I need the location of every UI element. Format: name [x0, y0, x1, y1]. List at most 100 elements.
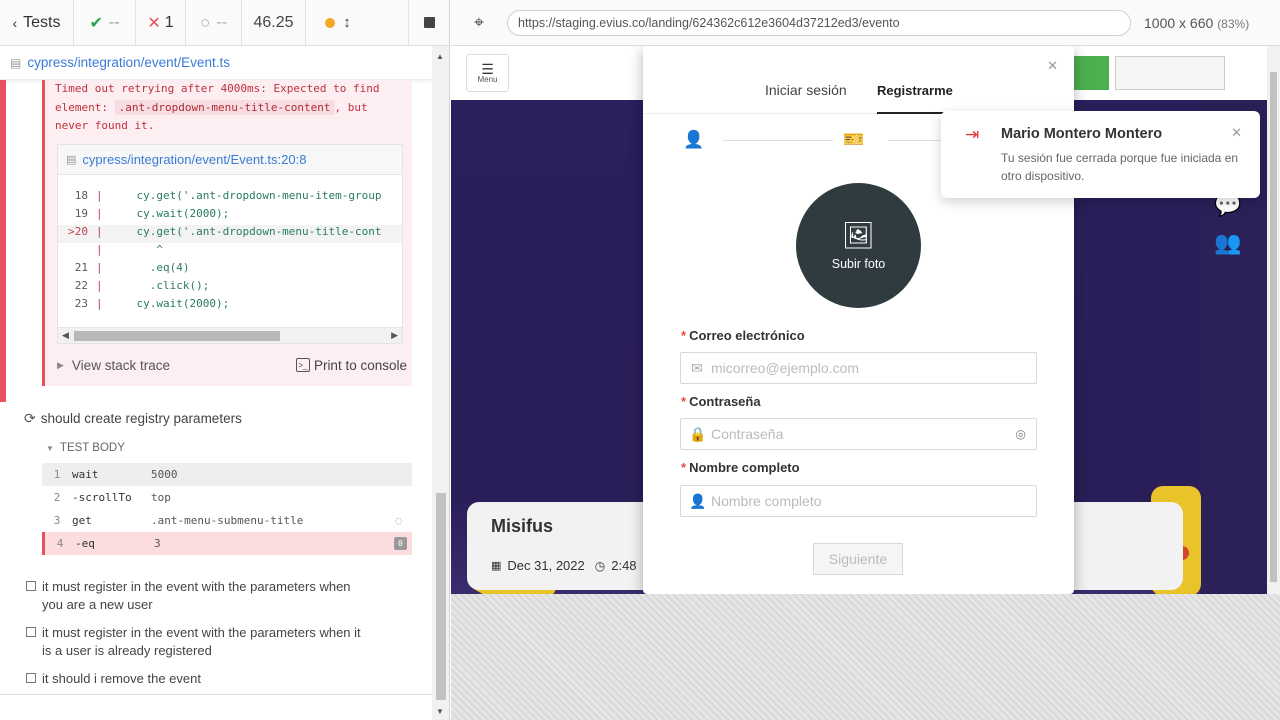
command-row[interactable]: 1 wait 5000 — [42, 463, 412, 486]
eye-invisible-icon[interactable]: ◎ — [1016, 427, 1026, 441]
notification-message: Tu sesión fue cerrada porque fue iniciad… — [1001, 151, 1239, 183]
menu-button[interactable]: ☰ Menu — [466, 54, 509, 92]
code-frame-path[interactable]: cypress/integration/event/Event.ts:20:8 — [82, 152, 306, 167]
scroll-right-icon[interactable]: ▶ — [391, 330, 398, 341]
error-message: Timed out retrying after 4000ms: Expecte… — [55, 80, 405, 136]
scroll-up-icon[interactable]: ▲ — [436, 52, 444, 61]
tab-register[interactable]: Registrarme — [877, 83, 953, 98]
command-number: 3 — [53, 514, 61, 527]
file-icon: ▤ — [66, 154, 77, 166]
line-number: 20 — [74, 225, 88, 238]
pending-test[interactable]: it must register in the event with the p… — [26, 624, 366, 660]
eye-slash-icon: ◌ — [395, 514, 402, 527]
pending-test[interactable]: it must register in the event with the p… — [26, 578, 366, 614]
scroll-left-icon[interactable]: ◀ — [62, 330, 69, 341]
code-frame-scrollbar[interactable]: ◀ ▶ — [58, 327, 402, 343]
code-line: 21 | .eq(4) — [58, 261, 402, 279]
close-icon[interactable]: ✕ — [1047, 58, 1058, 74]
reporter-scroll-area[interactable]: Timed out retrying after 4000ms: Expecte… — [0, 80, 432, 700]
line-source: cy.get('.ant-dropdown-menu-title-cont — [110, 225, 382, 238]
pending-test-title: it must register in the event with the p… — [42, 579, 351, 612]
email-label: * Correo electrónico — [681, 328, 805, 343]
code-line: 22 | .click(); — [58, 279, 402, 297]
stack-trace-row: ▶ View stack trace >_ Print to console — [57, 352, 407, 378]
line-source: .eq(4) — [110, 261, 190, 274]
line-source: cy.wait(2000); — [110, 207, 230, 220]
header-grey-button[interactable] — [1115, 56, 1225, 90]
close-icon[interactable]: ✕ — [1231, 125, 1242, 141]
print-to-console-button[interactable]: >_ Print to console — [295, 358, 407, 373]
stop-icon — [424, 17, 435, 28]
scroll-down-icon[interactable]: ▼ — [436, 707, 444, 716]
app-under-test: ⌖ https://staging.evius.co/landing/62436… — [451, 0, 1280, 720]
line-number: 21 — [74, 261, 88, 274]
view-stack-trace[interactable]: View stack trace — [72, 358, 170, 373]
command-number: 4 — [56, 537, 64, 550]
scrollbar-thumb[interactable] — [74, 331, 280, 341]
scroll-arrows-icon[interactable]: ↕ — [343, 14, 351, 31]
spec-file-link[interactable]: ▤ cypress/integration/event/Event.ts — [0, 46, 432, 80]
app-scrollbar[interactable] — [1267, 46, 1280, 594]
caret-right-icon: ▶ — [57, 359, 64, 370]
cross-icon: ✕ — [147, 14, 161, 32]
code-frame-header[interactable]: ▤ cypress/integration/event/Event.ts:20:… — [58, 145, 402, 175]
line-number — [58, 243, 96, 261]
name-field[interactable]: 👤 Nombre completo — [680, 485, 1037, 517]
event-title: Misifus — [491, 516, 554, 536]
fail-indicator-bar — [0, 80, 6, 402]
password-label-text: Contraseña — [689, 394, 761, 409]
code-line: | ^ — [58, 243, 402, 261]
pending-test-title: it should i remove the event — [42, 671, 201, 686]
password-placeholder: Contraseña — [711, 426, 784, 442]
url-bar: ⌖ https://staging.evius.co/landing/62436… — [451, 0, 1280, 46]
command-row[interactable]: 2 -scrollTo top — [42, 486, 412, 509]
line-number: 18 — [74, 189, 88, 202]
pending-test[interactable]: it should i remove the event — [26, 670, 326, 688]
caret-down-icon: ▼ — [46, 443, 54, 453]
scrollbar-thumb[interactable] — [436, 493, 446, 700]
url-field[interactable]: https://staging.evius.co/landing/624362c… — [507, 9, 1131, 36]
running-test-title[interactable]: ⟳ should create registry parameters — [24, 410, 242, 427]
error-line-marker-icon: > — [68, 225, 75, 238]
email-field[interactable]: ✉ micorreo@ejemplo.com — [680, 352, 1037, 384]
reporter-scrollbar[interactable]: ▲ ▼ — [432, 46, 449, 720]
upload-photo-button[interactable]: 🖼 Subir foto — [796, 183, 921, 308]
stop-button[interactable] — [408, 0, 449, 46]
event-date-row: ▦ Dec 31, 2022 ◷ 2:48 — [491, 558, 637, 573]
pending-square-icon — [26, 627, 36, 637]
command-row[interactable]: 4 -eq 3 0 — [42, 532, 412, 555]
line-separator: | — [96, 225, 103, 238]
spec-path[interactable]: cypress/integration/event/Event.ts — [27, 55, 230, 70]
auto-scroll-control[interactable]: ↕ — [306, 0, 370, 46]
password-label: * Contraseña — [681, 394, 761, 409]
command-name: get — [72, 514, 92, 527]
header-green-button[interactable] — [1071, 56, 1109, 90]
command-log: 1 wait 5000 2 -scrollTo top 3 get .ant-menu-subm… — [42, 463, 412, 555]
selector-playground-icon[interactable]: ⌖ — [451, 12, 507, 33]
viewport-info: 1000 x 660 (83%) — [1144, 15, 1249, 31]
tests-button[interactable]: ‹ Tests — [0, 0, 74, 46]
email-placeholder: micorreo@ejemplo.com — [711, 360, 860, 376]
error-box: Timed out retrying after 4000ms: Expecte… — [42, 80, 412, 386]
name-placeholder: Nombre completo — [711, 493, 822, 509]
viewport-overflow-area — [451, 594, 1280, 720]
chevron-left-icon: ‹ — [12, 14, 18, 31]
pending-count: ○ -- — [186, 0, 242, 46]
auth-tabs: Iniciar sesión Registrarme ✕ — [643, 46, 1074, 114]
tab-login[interactable]: Iniciar sesión — [765, 82, 847, 98]
password-field[interactable]: 🔒 Contraseña ◎ — [680, 418, 1037, 450]
line-source: cy.get('.ant-dropdown-menu-item-group — [110, 189, 382, 202]
line-source: ^ — [110, 243, 163, 256]
test-body-header[interactable]: ▼ TEST BODY — [46, 442, 125, 454]
command-name: -eq — [75, 537, 95, 550]
menu-label: Menu — [477, 74, 498, 84]
code-line: 18 | cy.get('.ant-dropdown-menu-item-grou… — [58, 189, 402, 207]
line-separator: | — [96, 207, 103, 220]
next-button[interactable]: Siguiente — [813, 543, 903, 575]
reporter-footer — [0, 694, 432, 720]
scrollbar-thumb[interactable] — [1270, 72, 1277, 582]
users-icon[interactable]: 👥 — [1214, 230, 1241, 256]
command-number: 1 — [53, 468, 61, 481]
command-row[interactable]: 3 get .ant-menu-submenu-title ◌ — [42, 509, 412, 532]
user-step-icon: 👤 — [683, 130, 705, 149]
